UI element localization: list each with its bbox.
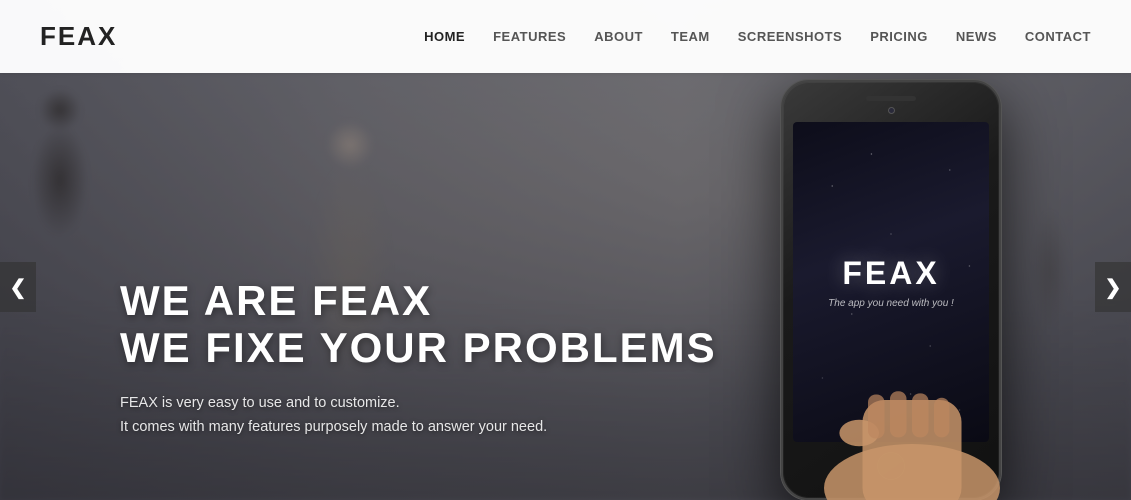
hero-title-line1: WE ARE FEAX <box>120 278 717 324</box>
phone-screen-logo: FEAX <box>842 255 939 292</box>
phone-speaker <box>866 96 916 101</box>
hero-description: FEAX is very easy to use and to customiz… <box>120 391 717 440</box>
nav-item-news[interactable]: NEWS <box>956 29 997 44</box>
phone-camera <box>888 107 895 114</box>
hero-section: FEAX HOME FEATURES ABOUT TEAM SCREENSHOTS PRI… <box>0 0 1131 500</box>
phone-mockup-container: FEAX The app you need with you ! <box>781 80 1001 500</box>
phone-hand-illustration <box>801 290 1001 500</box>
nav-item-screenshots[interactable]: SCREENSHOTS <box>738 29 842 44</box>
nav-item-about[interactable]: ABOUT <box>594 29 643 44</box>
nav-item-home[interactable]: HOME <box>424 29 465 44</box>
slider-prev-arrow[interactable]: ❮ <box>0 262 36 312</box>
hero-title-line2: WE FIXE YOUR PROBLEMS <box>120 325 717 371</box>
nav-item-contact[interactable]: CONTACT <box>1025 29 1091 44</box>
nav-item-features[interactable]: FEATURES <box>493 29 566 44</box>
nav-item-team[interactable]: TEAM <box>671 29 710 44</box>
main-navigation: HOME FEATURES ABOUT TEAM SCREENSHOTS PRICING N… <box>424 29 1091 44</box>
nav-item-pricing[interactable]: PRICING <box>870 29 928 44</box>
slider-next-arrow[interactable]: ❯ <box>1095 262 1131 312</box>
hero-content: WE ARE FEAX WE FIXE YOUR PROBLEMS FEAX i… <box>120 278 717 440</box>
hero-desc-line2: It comes with many features purposely ma… <box>120 419 547 435</box>
hero-desc-line1: FEAX is very easy to use and to customiz… <box>120 395 400 411</box>
site-header: FEAX HOME FEATURES ABOUT TEAM SCREENSHOTS PRI… <box>0 0 1131 73</box>
site-logo[interactable]: FEAX <box>40 21 117 52</box>
